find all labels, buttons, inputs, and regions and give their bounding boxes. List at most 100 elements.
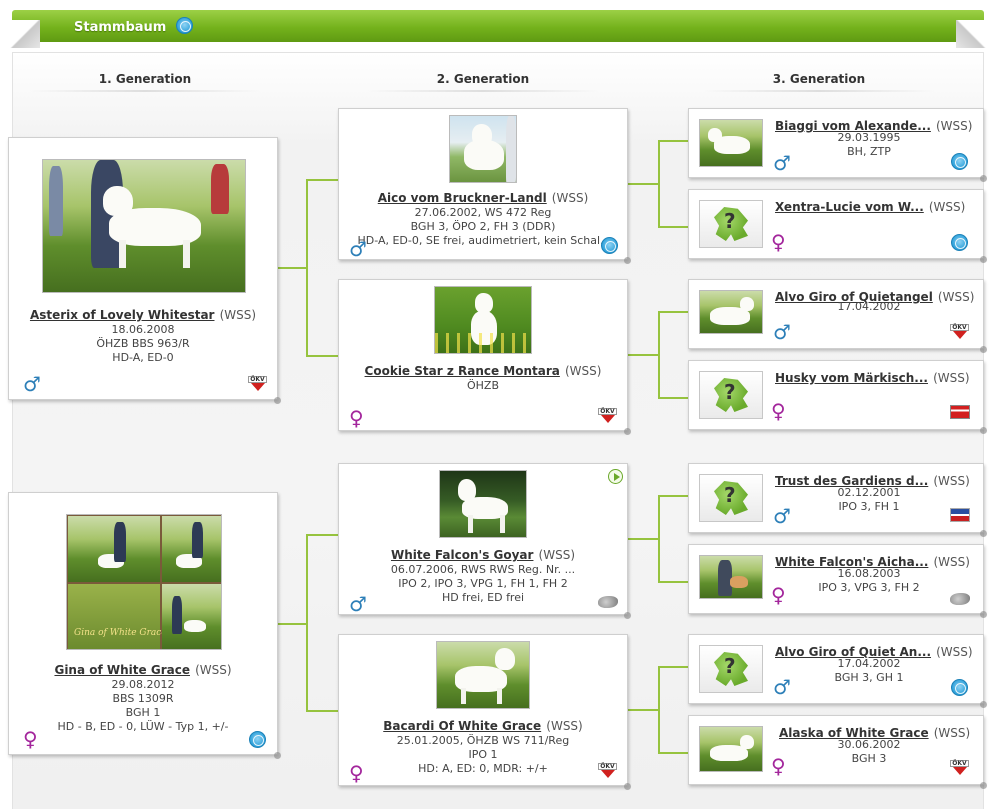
dog-card-gen3[interactable]: ? Trust des Gardiens d... (WSS) 02.12.20… [688,463,987,537]
connector [628,183,660,185]
dog-name-link[interactable]: Aico vom Bruckner-Landl [378,191,547,205]
dog-info-line: HD-A, ED-0 [112,351,174,364]
dog-info-line: ÖHZB BBS 963/R [96,337,190,350]
dog-info-line: 02.12.2001 [837,486,901,499]
dog-info-line: HD - B, ED - 0, LÜW - Typ 1, +/- [57,720,229,733]
dog-photo[interactable] [449,115,517,183]
dog-info-line: BGH 3, GH 1 [834,671,904,684]
header-fold-right [956,20,986,48]
breed-label: (WSS) [195,663,232,677]
dog-info-line: 18.06.2008 [111,323,175,336]
dog-photo[interactable] [699,119,763,167]
video-play-icon[interactable] [608,469,623,484]
dog-leg [500,515,505,533]
fci-icon[interactable] [951,153,968,170]
dog-name-link[interactable]: Husky vom Märkisch... [775,371,928,385]
connector [306,179,308,357]
fci-icon [176,17,193,34]
okv-icon[interactable]: ÖKV [248,376,267,392]
okv-icon[interactable]: ÖKV [950,760,969,776]
dog-name-link[interactable]: Gina of White Grace [54,663,190,677]
dog-photo[interactable] [42,159,246,293]
dog-card-gen3[interactable]: ? Xentra-Lucie vom W... (WSS) ♀ [688,189,987,263]
dog-body [730,576,748,588]
dog-photo[interactable] [439,470,527,538]
dog-photo[interactable] [434,286,532,354]
dog-card-gen3[interactable]: Alaska of White Grace (WSS) 30.06.2002 B… [688,715,987,789]
handler [506,116,516,182]
no-photo-placeholder: ? [699,200,763,248]
dog-info: Asterix of Lovely Whitestar (WSS) 18.06.… [9,304,277,365]
connector [658,311,660,399]
dog-info-line: ÖHZB [466,379,499,392]
dog-card-gen1-dam[interactable]: Gina of White Grace Gina of White Grace … [8,492,281,759]
handler [192,522,203,558]
dog-card-gen3[interactable]: ? Husky vom Märkisch... (WSS) ♀ [688,360,987,434]
dog-head [740,297,754,311]
dog-card-gen1-sire[interactable]: Asterix of Lovely Whitestar (WSS) 18.06.… [8,137,281,404]
handler [172,596,182,634]
breed-label: (WSS) [564,364,602,378]
flag-icon[interactable] [950,508,970,522]
connector [306,179,338,181]
female-icon: ♀ [771,754,786,778]
collage-tile [68,516,160,582]
collage-tile [162,584,221,649]
generation-3-heading: 3. Generation [772,72,866,86]
dog-card-gen2[interactable]: Aico vom Bruckner-Landl (WSS) 27.06.2002… [338,108,631,264]
handler [114,522,126,562]
okv-icon[interactable]: ÖKV [950,324,969,340]
dog-name-link[interactable]: Asterix of Lovely Whitestar [30,308,215,322]
divider [30,90,260,92]
dog-card-gen2[interactable]: Cookie Star z Rance Montara (WSS) ÖHZB ♀… [338,279,631,435]
dog-info-line: 25.01.2005, ÖHZB WS 711/Reg [396,734,570,747]
dog-card-gen2[interactable]: Bacardi Of White Grace (WSS) 25.01.2005,… [338,634,631,790]
dog-info-line: IPO 3, VPG 3, FH 2 [818,581,920,594]
fci-icon[interactable] [601,237,618,254]
okv-icon[interactable]: ÖKV [598,763,617,779]
club-icon[interactable] [950,593,970,605]
dog-head [495,648,515,670]
flowers [435,333,531,353]
no-photo-placeholder: ? [699,645,763,693]
dog-name-link[interactable]: Xentra-Lucie vom W... [775,200,924,214]
dog-photo-collage[interactable]: Gina of White Grace [66,514,222,650]
connector [306,355,338,357]
dog-info-line: IPO 2, IPO 3, VPG 1, FH 1, FH 2 [398,577,568,590]
dog-name-link[interactable]: White Falcon's Goyar [391,548,533,562]
dog-info-line: IPO 3, FH 1 [838,500,900,513]
dog-info-line: HD-A, ED-0, SE frei, audimetriert, kein … [357,234,611,247]
fci-icon[interactable] [951,234,968,251]
dog-info-line: 29.08.2012 [111,678,175,691]
connector [658,397,688,399]
dog-card-gen3[interactable]: Alvo Giro of Quietangel (WSS) 17.04.2002… [688,279,987,353]
dog-head [458,479,476,501]
dog-body [184,620,206,632]
dog-photo[interactable] [699,290,763,334]
club-icon[interactable] [598,596,618,608]
dog-card-gen3[interactable]: White Falcon's Aicha... (WSS) 16.08.2003… [688,544,987,618]
okv-icon[interactable]: ÖKV [598,408,617,424]
dog-name-link[interactable]: Cookie Star z Rance Montara [365,364,560,378]
dog-photo[interactable] [699,726,763,772]
dog-info-line: 17.04.2002 [837,300,901,313]
dog-info-line: 27.06.2002, WS 472 Reg [414,206,552,219]
dog-card-gen3[interactable]: Biaggi vom Alexande... (WSS) 29.03.1995 … [688,108,987,182]
connector [658,495,688,497]
dog-photo[interactable] [436,641,530,709]
connector [658,311,688,313]
dog-card-gen2[interactable]: White Falcon's Goyar (WSS) 06.07.2006, R… [338,463,631,619]
male-icon: ♂ [349,237,367,261]
dog-leg [119,240,126,268]
connector [278,623,308,625]
fci-icon[interactable] [951,679,968,696]
dog-name-link[interactable]: Bacardi Of White Grace [383,719,541,733]
connector [658,666,660,754]
female-icon: ♀ [349,761,364,785]
dog-card-gen3[interactable]: ? Alvo Giro of Quiet An... (WSS) 17.04.2… [688,634,987,708]
flag-icon[interactable] [950,405,970,419]
fci-icon[interactable] [249,731,266,748]
dog-photo[interactable] [699,555,763,599]
dog-info: Bacardi Of White Grace (WSS) 25.01.2005,… [339,715,627,776]
breed-label: (WSS) [219,308,257,322]
